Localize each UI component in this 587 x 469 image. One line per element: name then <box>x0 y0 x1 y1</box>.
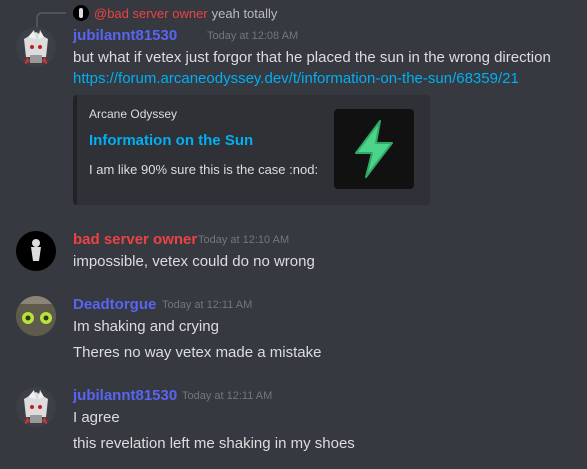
embed-site[interactable]: Arcane Odyssey <box>89 107 177 121</box>
anime-avatar-icon <box>24 30 48 65</box>
message-text: but what if vetex just forgor that he pl… <box>73 49 551 66</box>
timestamp: Today at 12:10 AM <box>198 234 290 246</box>
author-name[interactable]: jubilannt81530 <box>73 387 177 404</box>
link-embed: Arcane Odyssey Information on the Sun I … <box>73 95 430 205</box>
robot-avatar-icon <box>16 296 56 336</box>
message-text: I agree <box>73 409 120 426</box>
timestamp: Today at 12:08 AM <box>207 30 299 42</box>
reply-mention[interactable]: @bad server owner <box>94 6 208 21</box>
anime-avatar-icon <box>24 390 48 425</box>
timestamp: Today at 12:11 AM <box>182 390 273 402</box>
message-text: Im shaking and crying <box>73 318 219 335</box>
avatar[interactable] <box>16 387 56 427</box>
reply-spine <box>36 12 66 28</box>
author-name[interactable]: jubilannt81530 <box>73 27 177 44</box>
message-text: this revelation left me shaking in my sh… <box>73 435 355 452</box>
avatar[interactable] <box>16 27 56 67</box>
message-text: Theres no way vetex made a mistake <box>73 344 322 361</box>
avatar[interactable] <box>16 231 56 271</box>
forum-link[interactable]: https://forum.arcaneodyssey.dev/t/inform… <box>73 70 519 87</box>
message-link[interactable]: https://forum.arcaneodyssey.dev/t/inform… <box>73 70 519 87</box>
lightning-bolt-icon <box>355 120 393 178</box>
figure-avatar-icon <box>31 239 41 261</box>
timestamp: Today at 12:11 AM <box>162 299 253 311</box>
embed-title[interactable]: Information on the Sun <box>89 132 253 149</box>
author-name[interactable]: bad server owner <box>73 231 197 248</box>
embed-description: I am like 90% sure this is the case :nod… <box>89 162 319 177</box>
reply-preview[interactable]: @bad server owner yeah totally <box>73 5 277 21</box>
avatar[interactable] <box>16 296 56 336</box>
reply-text: yeah totally <box>211 5 278 21</box>
message-text: impossible, vetex could do no wrong <box>73 253 315 270</box>
embed-thumbnail[interactable] <box>334 109 414 189</box>
author-name[interactable]: Deadtorgue <box>73 296 156 313</box>
reply-avatar <box>73 5 89 21</box>
